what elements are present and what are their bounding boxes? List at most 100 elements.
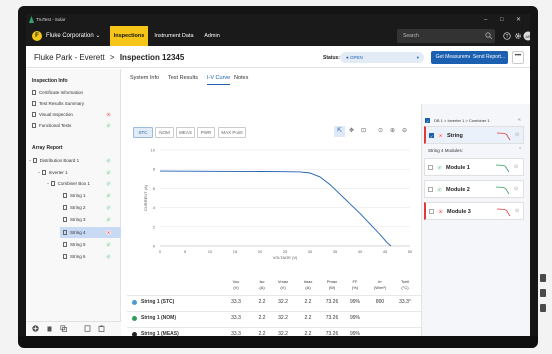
target-icon[interactable]: ⊙ (514, 186, 518, 192)
monitor-side-tab (540, 274, 546, 282)
sidebar-item-certificate[interactable]: Certificate Information (32, 89, 83, 96)
tree-item-string-1[interactable]: String 1 (63, 192, 86, 199)
pan-tool-icon[interactable]: ✥ (346, 126, 357, 137)
module-card-2[interactable]: ✓ Module 2 ⊙ (424, 180, 524, 198)
module-curve-thumbnail (495, 164, 510, 173)
pass-icon: ✓ (437, 165, 442, 170)
tree-item-inverter[interactable]: − Inverter 1 (38, 169, 68, 176)
help-icon[interactable]: ? (503, 32, 511, 40)
y-tick-label: 2 (153, 224, 156, 229)
more-options-button[interactable]: ••• (512, 51, 524, 64)
nav-tab-instrument-data[interactable]: Instrument Data (152, 26, 196, 46)
module-card-label: Module 1 (446, 165, 470, 171)
search-icon[interactable] (485, 32, 492, 39)
column-header: Irr (378, 279, 382, 284)
sidebar-item-label: Functional Tests (39, 123, 72, 128)
svg-text:?: ? (506, 34, 509, 40)
zoom-in-icon[interactable]: ⊕ (387, 126, 398, 137)
toggle-max-point[interactable]: MAX Point (218, 127, 246, 138)
tree-item-label: String 3 (70, 217, 86, 222)
toggle-meas[interactable]: MEAS (176, 127, 195, 138)
string-card[interactable]: ✓ ✕ String ⊙ (424, 126, 524, 144)
toggle-pwr[interactable]: PWR (197, 127, 215, 138)
string-icon (63, 217, 67, 223)
module-checkbox[interactable] (428, 187, 433, 192)
target-icon[interactable]: ⊙ (514, 164, 518, 170)
delete-icon[interactable] (46, 325, 53, 332)
toggle-nom[interactable]: NOM (155, 127, 174, 138)
toggle-stc[interactable]: STC (133, 127, 153, 138)
sidebar-item-functional-tests[interactable]: Functional Tests (32, 122, 71, 129)
tree-item-label: String 4 (70, 230, 86, 235)
tree-item-string-4[interactable]: String 4 (63, 229, 86, 236)
table-cell: 32.2 (278, 299, 288, 305)
row-divider (127, 327, 421, 328)
nav-tab-admin[interactable]: Admin (200, 26, 224, 46)
sidebar-item-test-results-summary[interactable]: Test Results Summary (32, 100, 84, 107)
tab-iv-curve[interactable]: I-V Curve (207, 72, 231, 85)
collapse-icon[interactable]: « (518, 117, 521, 123)
x-tick-label: 30 (308, 249, 313, 254)
tree-item-distribution-board[interactable]: − Distribution Board 1 (29, 157, 79, 164)
series-color-dot (132, 316, 137, 321)
y-tick-label: 0 (153, 244, 156, 249)
tree-item-string-6[interactable]: String 6 (63, 253, 86, 260)
table-cell: 2.2 (304, 331, 312, 336)
zoom-region-icon[interactable]: ⊡ (358, 126, 369, 137)
target-icon[interactable]: ⊙ (515, 208, 519, 214)
org-selector[interactable]: Fluke Corporation ⌄ (46, 30, 100, 42)
module-checkbox[interactable] (429, 209, 434, 214)
avatar[interactable]: AB (523, 31, 530, 41)
search-input[interactable]: Search (397, 29, 495, 43)
select-all-checkbox[interactable]: ✓ (425, 118, 430, 124)
tree-item-string-2[interactable]: String 2 (63, 204, 86, 211)
column-header: FF (352, 279, 358, 284)
tree-item-string-5[interactable]: String 5 (63, 241, 86, 248)
copy-icon[interactable] (60, 325, 67, 332)
tab-system-info[interactable]: System Info (130, 72, 159, 84)
status-dropdown[interactable]: ● OPEN ▾ (340, 52, 424, 63)
module-checkbox[interactable] (428, 165, 433, 170)
breadcrumb-parent[interactable]: Fluke Park - Everett (34, 53, 105, 62)
module-card-1[interactable]: ✓ Module 1 ⊙ (424, 158, 524, 176)
add-icon[interactable] (32, 325, 39, 332)
tab-test-results[interactable]: Test Results (168, 72, 198, 84)
x-axis-label: VOLTAGE (V) (273, 255, 298, 260)
sidebar-item-label: Visual Inspection (39, 112, 73, 117)
collapse-icon: − (38, 170, 41, 175)
tree-item-combiner-box[interactable]: − Combiner Box 1 (47, 180, 90, 187)
svg-text:AB: AB (525, 34, 530, 39)
table-cell: 2.2 (304, 299, 312, 305)
close-button[interactable]: ✕ (516, 16, 521, 24)
tab-notes[interactable]: Notes (234, 72, 248, 84)
monitor-base (18, 336, 538, 348)
send-report-button[interactable]: Send Report... (470, 51, 508, 64)
collapse-icon[interactable]: ⌃ (518, 147, 522, 153)
nav-tab-inspections[interactable]: Inspections (110, 26, 148, 46)
string-checkbox[interactable]: ✓ (429, 133, 434, 139)
tree-item-label: Distribution Board 1 (39, 158, 80, 163)
column-unit: (W) (328, 285, 336, 290)
duplicate-icon[interactable] (84, 325, 91, 332)
iv-curve-chart: 0 2 4 6 8 10 0 5 10 15 20 25 30 35 40 45 50 VOLTAGE (V) CU… (143, 148, 413, 261)
zoom-out-icon[interactable]: ⊖ (399, 126, 410, 137)
y-tick-label: 4 (153, 205, 156, 210)
zoom-reset-icon[interactable]: ⊙ (375, 126, 386, 137)
paste-icon[interactable] (98, 325, 105, 332)
table-cell: 73.26 (325, 331, 339, 336)
target-icon[interactable]: ⊙ (515, 132, 519, 138)
pointer-tool-icon[interactable]: ⇱ (334, 126, 345, 137)
column-unit: (°C) (401, 285, 409, 290)
sidebar-item-label: Certificate Information (39, 90, 84, 95)
gear-icon[interactable] (514, 32, 522, 40)
desktop-background: TruTest - Solar – □ ✕ F Fluke Corporatio… (0, 0, 552, 354)
module-card-3[interactable]: ✕ Module 3 ⊙ (424, 202, 524, 220)
tree-item-string-3[interactable]: String 3 (63, 216, 86, 223)
string-icon (63, 242, 67, 248)
modules-header: String 4 Modules: (428, 148, 464, 153)
x-tick-label: 5 (184, 249, 187, 254)
minimize-button[interactable]: – (484, 16, 487, 24)
sidebar-item-visual-inspection[interactable]: Visual Inspection (32, 111, 73, 118)
maximize-button[interactable]: □ (500, 16, 504, 24)
status-value: ● OPEN (346, 55, 363, 60)
